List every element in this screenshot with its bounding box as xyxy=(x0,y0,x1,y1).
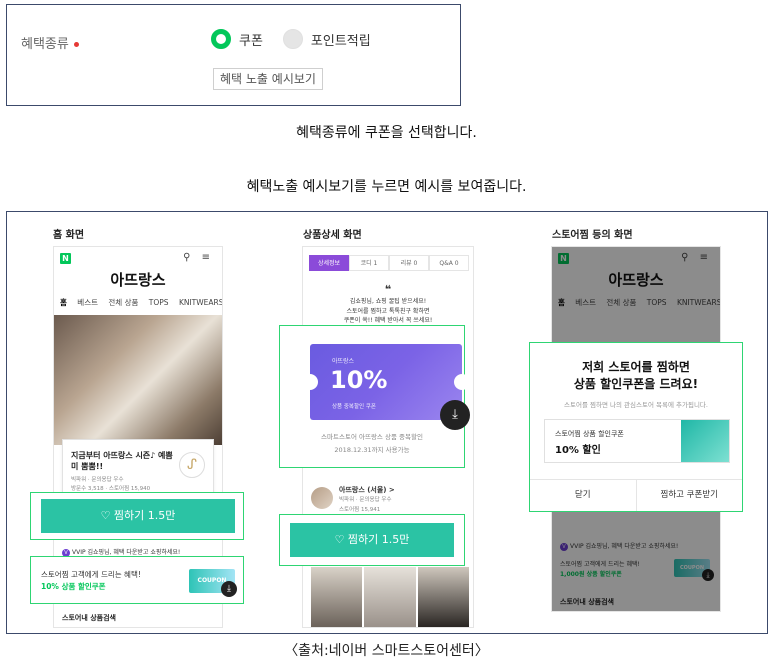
tab-review[interactable]: 리뷰 0 xyxy=(389,255,429,271)
nav-all[interactable]: 전체 상품 xyxy=(108,298,138,307)
zzim-get-coupon-button[interactable]: 찜하고 쿠폰받기 xyxy=(635,480,743,511)
store-nav: 홈 베스트 전체 상품 TOPS KNITWEARS D xyxy=(60,297,222,308)
modal-subtitle: 스토어를 찜하면 나의 관심스토어 목록에 추가됩니다. xyxy=(564,401,708,409)
coupon-desc-2: 2018.12.31까지 사용가능 xyxy=(334,446,410,454)
detail-zzim-highlight: ♡ 찜하기 1.5만 xyxy=(279,514,465,566)
point-radio[interactable] xyxy=(282,29,303,49)
detail-tabs: 상세정보 코디 1 리뷰 0 Q&A 0 xyxy=(309,255,469,271)
shopping-tip-notice: 김쇼핑님, 쇼핑 꿀팁 받으세요! 스토어를 찜하고 톡톡친구 확하면 쿠폰이 … xyxy=(343,298,433,324)
product-thumb[interactable] xyxy=(364,567,416,627)
download-icon[interactable]: ⤓ xyxy=(221,581,237,597)
benefit-type-label: 혜택종류 xyxy=(21,33,79,52)
tab-codi[interactable]: 코디 1 xyxy=(349,255,389,271)
benefit-type-radio-group: 쿠폰 포인트적립 xyxy=(211,29,391,49)
source-caption: 〈출처:네이버 스마트스토어센터〉 xyxy=(284,643,489,659)
seller-info: 아뜨랑스 (서울) > 빅파워 · 문의응답 우수 스토어찜 15,941 xyxy=(339,486,395,513)
banner-line-2: 10% 상품 할인쿠폰 xyxy=(41,582,106,591)
nav-home[interactable]: 홈 xyxy=(60,298,67,307)
ticket-store-name: 아뜨랑스 xyxy=(332,358,355,365)
ticket-subtitle: 상품 중복할인 쿠폰 xyxy=(332,404,376,410)
brand-logo-icon: ᔑ xyxy=(179,452,205,478)
caption-line-1: 혜택종류에 쿠폰을 선택합니다. xyxy=(296,125,477,141)
modal-title: 저희 스토어를 찜하면 상품 할인쿠폰을 드려요! xyxy=(573,360,699,391)
product-thumb[interactable] xyxy=(311,567,363,627)
coupon-ticket[interactable]: 아뜨랑스 10% 상품 중복할인 쿠폰 ⤓ xyxy=(302,344,470,430)
nav-tops[interactable]: TOPS xyxy=(149,298,169,307)
detail-coupon-highlight: 아뜨랑스 10% 상품 중복할인 쿠폰 ⤓ 스마트스토어 아뜨랑스 상품 중복할… xyxy=(279,325,470,468)
close-button[interactable]: 닫기 xyxy=(530,480,636,511)
home-zzim-button[interactable]: ♡ 찜하기 1.5만 xyxy=(41,499,235,533)
hero-image xyxy=(54,315,222,445)
coupon-radio-label[interactable]: 쿠폰 xyxy=(239,30,263,49)
home-screen-title: 홈 화면 xyxy=(53,230,85,241)
caption-line-2: 혜택노출 예시보기를 누르면 예시를 보여줍니다. xyxy=(246,179,527,195)
benefit-preview-button[interactable]: 혜택 노출 예시보기 xyxy=(213,68,323,90)
detail-zzim-button[interactable]: ♡ 찜하기 1.5만 xyxy=(290,523,454,557)
coupon-radio[interactable] xyxy=(211,29,231,49)
download-icon[interactable]: ⤓ xyxy=(440,400,470,430)
storezzim-screen-title: 스토어찜 등의 화면 xyxy=(552,230,633,241)
benefit-settings-panel: 혜택종류 쿠폰 포인트적립 혜택 노출 예시보기 xyxy=(6,4,461,106)
tab-qna[interactable]: Q&A 0 xyxy=(429,255,469,271)
ticket-discount: 10% xyxy=(330,366,388,394)
modal-coupon-line-1: 스토어찜 상품 할인쿠폰 xyxy=(555,430,624,438)
home-coupon-banner[interactable]: 스토어찜 고객에게 드리는 혜택! 10% 상품 할인쿠폰 COUPON ⤓ xyxy=(30,556,244,604)
store-search-label: 스토어내 상품검색 xyxy=(62,614,116,622)
home-zzim-highlight: ♡ 찜하기 1.5만 xyxy=(30,492,244,540)
required-dot-icon xyxy=(73,42,79,47)
coupon-image xyxy=(681,420,729,462)
promo-title: 지금부터 아뜨랑스 시즌♪ 예쁨 미 뿜뿜!! xyxy=(71,451,173,471)
detail-screen-title: 상품상세 화면 xyxy=(303,230,362,241)
nav-knitwears[interactable]: KNITWEARS xyxy=(179,298,222,307)
product-thumbnails xyxy=(311,567,471,627)
product-thumb[interactable] xyxy=(417,567,469,627)
store-name: 아뜨랑스 xyxy=(110,271,166,289)
seller-avatar xyxy=(311,487,333,509)
storezzim-coupon-modal: 저희 스토어를 찜하면 상품 할인쿠폰을 드려요! 스토어를 찜하면 나의 관심… xyxy=(529,342,743,512)
modal-coupon: 스토어찜 상품 할인쿠폰 10% 할인 xyxy=(544,419,730,463)
coupon-desc-1: 스마트스토어 아뜨랑스 상품 중복할인 xyxy=(321,433,423,441)
nav-best[interactable]: 베스트 xyxy=(77,298,98,307)
tab-detail-info[interactable]: 상세정보 xyxy=(309,255,349,271)
banner-line-1: 스토어찜 고객에게 드리는 혜택! xyxy=(41,570,141,579)
search-menu-icons: ⚲ ≡ xyxy=(183,252,214,263)
preview-example-frame: 홈 화면 N ⚲ ≡ 아뜨랑스 홈 베스트 전체 상품 TOPS KNITWEA… xyxy=(6,211,768,634)
quote-icon: ❝ xyxy=(384,283,392,296)
modal-buttons: 닫기 찜하고 쿠폰받기 xyxy=(530,479,742,511)
modal-coupon-line-2: 10% 할인 xyxy=(555,445,601,456)
point-radio-label[interactable]: 포인트적립 xyxy=(311,30,371,49)
naver-logo-icon: N xyxy=(60,253,71,264)
